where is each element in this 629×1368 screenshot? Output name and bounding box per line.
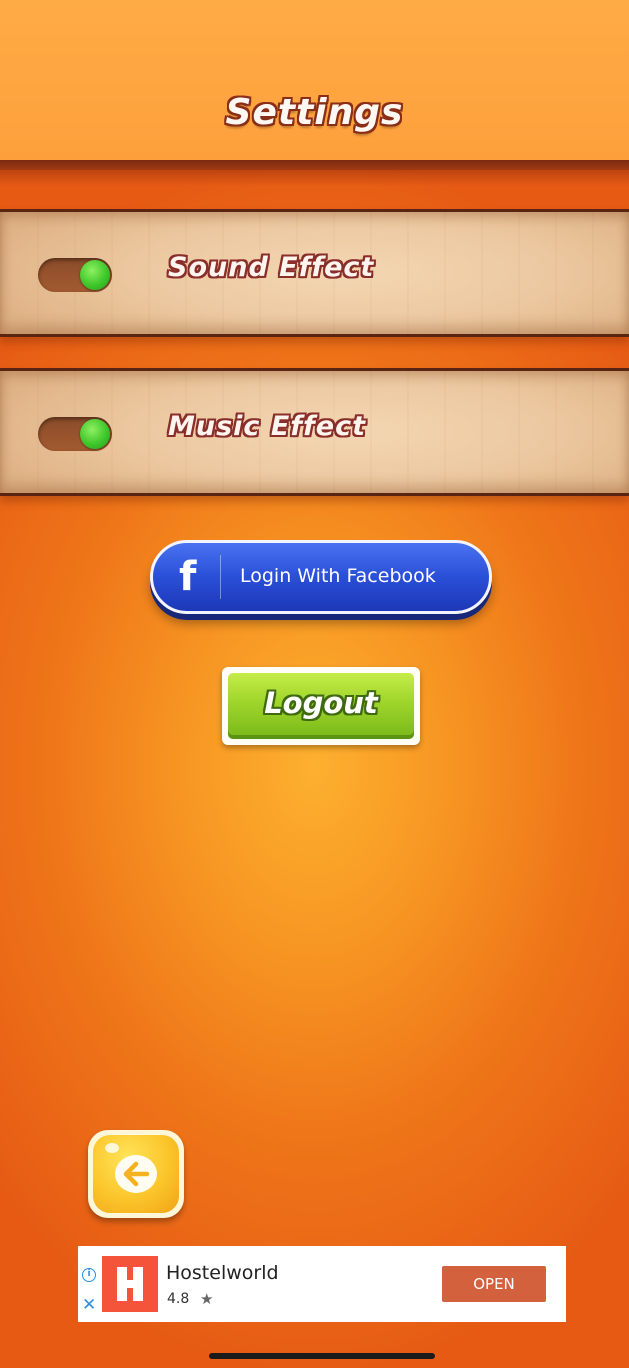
ad-banner[interactable]: i ✕ Hostelworld 4.8 ★ OPEN	[78, 1246, 566, 1322]
header-divider	[0, 160, 629, 170]
music-effect-toggle[interactable]	[38, 417, 112, 451]
logout-button-face: Logout	[228, 673, 414, 739]
ad-rating: 4.8	[167, 1291, 190, 1307]
music-effect-panel: Music Effect	[0, 368, 629, 496]
ad-open-button[interactable]: OPEN	[442, 1266, 546, 1302]
header-divider-shadow	[0, 170, 629, 186]
ad-info-icon[interactable]: i	[82, 1268, 96, 1282]
toggle-knob	[80, 260, 110, 290]
ad-close-icon[interactable]: ✕	[82, 1296, 96, 1314]
sound-effect-panel: Sound Effect	[0, 209, 629, 337]
page-title: Settings	[225, 92, 404, 133]
sound-effect-toggle[interactable]	[38, 258, 112, 292]
sound-effect-label: Sound Effect	[168, 252, 375, 283]
logout-label: Logout	[264, 686, 378, 720]
home-indicator[interactable]	[209, 1353, 435, 1359]
header-bar: Settings	[0, 0, 629, 162]
toggle-knob	[80, 419, 110, 449]
button-gloss	[105, 1143, 119, 1153]
ad-app-name: Hostelworld	[166, 1262, 279, 1284]
facebook-icon: f	[179, 554, 197, 600]
arrow-left-icon	[115, 1155, 157, 1193]
back-button-face	[93, 1135, 179, 1213]
facebook-login-label: Login With Facebook	[240, 565, 436, 587]
login-with-facebook-button[interactable]: f Login With Facebook	[150, 540, 492, 614]
music-effect-label: Music Effect	[168, 411, 366, 442]
logo-bar-right	[133, 1267, 143, 1301]
star-icon: ★	[200, 1290, 214, 1308]
button-divider	[220, 555, 221, 599]
logout-button[interactable]: Logout	[222, 667, 420, 745]
back-button[interactable]	[88, 1130, 184, 1218]
hostelworld-logo-icon	[102, 1256, 158, 1312]
